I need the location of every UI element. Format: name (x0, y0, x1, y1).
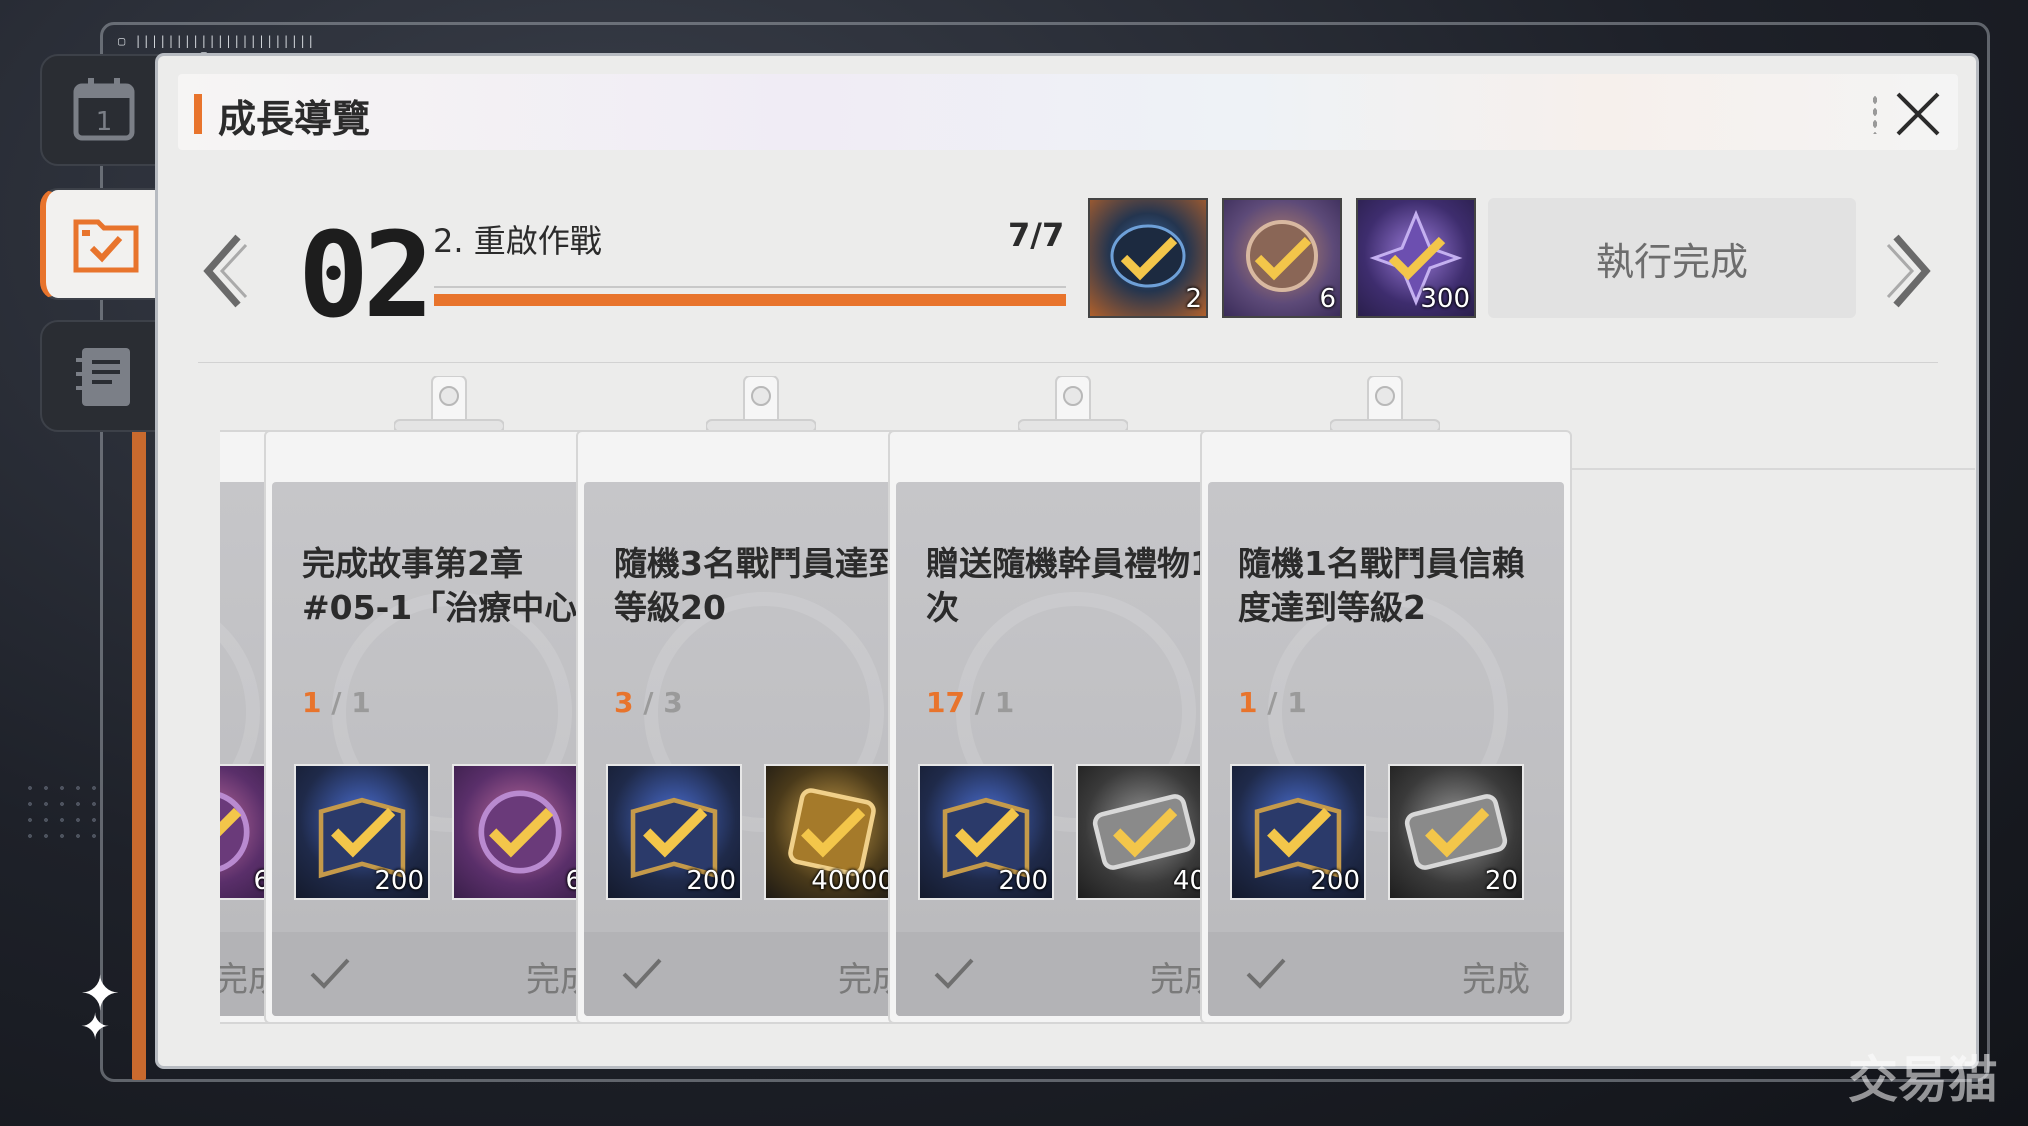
chapter-header: 02 2. 重啟作戰 7/7 2 6 300 執行完成 (158, 186, 1976, 366)
chapter-progress-fill (434, 294, 1066, 306)
task-footer[interactable]: 完成 (272, 932, 628, 1016)
calendar-icon: 1 (73, 78, 135, 141)
growth-guide-panel: 成長導覽 02 2. 重啟作戰 7/7 2 6 300 執行完成 6 完成 完成… (158, 56, 1976, 1066)
close-icon (1896, 92, 1940, 136)
drag-handle-icon (1872, 94, 1878, 134)
chapter-complete-button[interactable]: 執行完成 (1488, 198, 1856, 318)
card-body: 隨機1名戰鬥員信賴度達到等級2 1 / 1 200 20 完成 (1208, 482, 1564, 1016)
chapter-reward-item[interactable]: 6 (1222, 198, 1342, 318)
notebook-icon (76, 348, 130, 406)
task-reward-item[interactable]: 6 (452, 764, 588, 900)
prev-chapter-button[interactable] (188, 216, 258, 326)
tab-notebook[interactable] (40, 320, 168, 432)
task-reward-item[interactable]: 200 (1230, 764, 1366, 900)
task-progress-total: 1 (1287, 686, 1307, 719)
reward-count: 200 (998, 866, 1048, 896)
chapter-number: 02 (298, 206, 434, 344)
task-title: 贈送隨機幹員禮物1次 (926, 544, 1213, 627)
task-progress-current: 17 (926, 686, 965, 719)
task-footer[interactable]: 完成 (896, 932, 1252, 1016)
tab-calendar[interactable]: 1 (40, 54, 168, 166)
next-chapter-button[interactable] (1876, 216, 1946, 326)
task-reward-item[interactable]: 20 (1388, 764, 1524, 900)
task-reward-item[interactable]: 200 (294, 764, 430, 900)
check-icon (622, 958, 662, 989)
task-title: 完成故事第2章 #05-1「治療中心」 (302, 544, 611, 627)
task-footer[interactable]: 完成 (1208, 932, 1564, 1016)
task-card-list: 准政 6 完成 完成故事第 (220, 376, 1975, 1066)
task-title: 隨機1名戰鬥員信賴度達到等級2 (1238, 544, 1525, 627)
brand-watermark: 交易猫 (1848, 1051, 1998, 1109)
card-body: 隨機3名戰鬥員達到等級20 3 / 3 200 40000 完成 (584, 482, 940, 1016)
title-bar: 成長導覽 (178, 74, 1958, 150)
card-body: 贈送隨機幹員禮物1次 17 / 1 200 40 完成 (896, 482, 1252, 1016)
task-progress-total: 3 (663, 686, 683, 719)
check-icon (1246, 958, 1286, 989)
page-title: 成長導覽 (218, 97, 371, 141)
task-progress: 1 / 1 (302, 686, 371, 719)
task-footer[interactable]: 完成 (584, 932, 940, 1016)
task-reward-item[interactable]: 40 (1076, 764, 1212, 900)
reward-count: 40000 (811, 866, 894, 896)
task-progress: 1 / 1 (1238, 686, 1307, 719)
task-card: 隨機1名戰鬥員信賴度達到等級2 1 / 1 200 20 完成 (1200, 376, 1572, 1024)
task-reward-item[interactable]: 200 (918, 764, 1054, 900)
reward-count: 2 (1185, 284, 1202, 314)
side-rail (132, 430, 146, 1080)
tab-growth-guide[interactable] (40, 188, 168, 300)
chevron-left-icon (203, 234, 248, 308)
task-progress: 17 / 1 (926, 686, 1015, 719)
task-progress-current: 3 (614, 686, 634, 719)
checklist-icon (73, 219, 139, 273)
sparkle-icon: ✦ (80, 1007, 111, 1048)
reward-count: 200 (686, 866, 736, 896)
reward-count: 6 (1319, 284, 1336, 314)
frame-barcode: ▢ |||||||||||||||||||||| ▢ ▪ (118, 34, 316, 62)
task-reward-item[interactable]: 40000 (764, 764, 900, 900)
decor-dots (22, 780, 102, 850)
chapter-progress-text: 7/7 (1008, 216, 1065, 254)
task-reward-item[interactable]: 200 (606, 764, 742, 900)
reward-count: 20 (1484, 866, 1518, 896)
chapter-reward-item[interactable]: 300 (1356, 198, 1476, 318)
task-progress-current: 1 (302, 686, 322, 719)
check-icon (934, 958, 974, 989)
reward-count: 300 (1420, 284, 1470, 314)
task-progress: 3 / 3 (614, 686, 683, 719)
calendar-day: 1 (96, 107, 113, 137)
chapter-progress-bar (434, 286, 1066, 308)
task-title: 隨機3名戰鬥員達到等級20 (614, 544, 901, 627)
task-done-label: 完成 (1462, 960, 1530, 1000)
reward-count: 200 (374, 866, 424, 896)
close-button[interactable] (1888, 84, 1948, 144)
chevron-right-icon (1886, 234, 1931, 308)
card-body: 完成故事第2章 #05-1「治療中心」 1 / 1 200 6 完成 (272, 482, 628, 1016)
task-progress-total: 1 (351, 686, 371, 719)
title-accent (194, 94, 202, 134)
divider (198, 362, 1938, 363)
chapter-reward-item[interactable]: 2 (1088, 198, 1208, 318)
reward-count: 200 (1310, 866, 1360, 896)
task-progress-total: 1 (994, 686, 1015, 719)
task-progress-current: 1 (1238, 686, 1258, 719)
check-icon (310, 958, 350, 989)
chapter-title: 2. 重啟作戰 (433, 222, 602, 260)
chapter-rewards: 2 6 300 執行完成 (1088, 198, 1984, 318)
